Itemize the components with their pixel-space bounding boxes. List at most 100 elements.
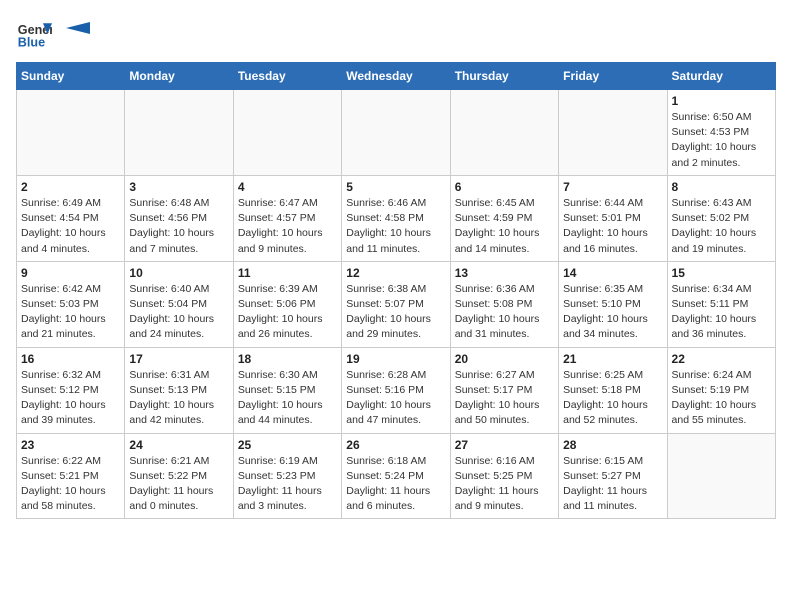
calendar-cell: 9 Sunrise: 6:42 AM Sunset: 5:03 PM Daylig…	[17, 261, 125, 347]
calendar-cell: 20 Sunrise: 6:27 AM Sunset: 5:17 PM Dayli…	[450, 347, 558, 433]
calendar-table: SundayMondayTuesdayWednesdayThursdayFrid…	[16, 62, 776, 519]
day-info: Sunrise: 6:21 AM Sunset: 5:22 PM Dayligh…	[129, 454, 228, 515]
calendar-cell: 7 Sunrise: 6:44 AM Sunset: 5:01 PM Daylig…	[559, 175, 667, 261]
calendar-cell: 15Sunrise: 6:34 AM Sunset: 5:11 PM Dayli…	[667, 261, 775, 347]
day-info: Sunrise: 6:39 AM Sunset: 5:06 PM Dayligh…	[238, 282, 337, 343]
day-header-saturday: Saturday	[667, 63, 775, 90]
day-number: 8	[672, 180, 771, 194]
calendar-cell: 5 Sunrise: 6:46 AM Sunset: 4:58 PM Daylig…	[342, 175, 450, 261]
day-number: 27	[455, 438, 554, 452]
day-info: Sunrise: 6:18 AM Sunset: 5:24 PM Dayligh…	[346, 454, 445, 515]
day-number: 10	[129, 266, 228, 280]
calendar-cell: 4 Sunrise: 6:47 AM Sunset: 4:57 PM Daylig…	[233, 175, 341, 261]
day-info: Sunrise: 6:44 AM Sunset: 5:01 PM Dayligh…	[563, 196, 662, 257]
day-header-wednesday: Wednesday	[342, 63, 450, 90]
day-info: Sunrise: 6:40 AM Sunset: 5:04 PM Dayligh…	[129, 282, 228, 343]
calendar-week-2: 2 Sunrise: 6:49 AM Sunset: 4:54 PM Daylig…	[17, 175, 776, 261]
day-info: Sunrise: 6:16 AM Sunset: 5:25 PM Dayligh…	[455, 454, 554, 515]
day-header-thursday: Thursday	[450, 63, 558, 90]
calendar-cell: 12Sunrise: 6:38 AM Sunset: 5:07 PM Dayli…	[342, 261, 450, 347]
logo-arrow-icon	[66, 22, 90, 46]
day-number: 2	[21, 180, 120, 194]
logo-icon: General Blue	[16, 16, 52, 52]
day-info: Sunrise: 6:27 AM Sunset: 5:17 PM Dayligh…	[455, 368, 554, 429]
day-info: Sunrise: 6:49 AM Sunset: 4:54 PM Dayligh…	[21, 196, 120, 257]
calendar-cell: 24 Sunrise: 6:21 AM Sunset: 5:22 PM Dayli…	[125, 433, 233, 519]
calendar-week-3: 9 Sunrise: 6:42 AM Sunset: 5:03 PM Daylig…	[17, 261, 776, 347]
day-number: 11	[238, 266, 337, 280]
day-number: 17	[129, 352, 228, 366]
day-info: Sunrise: 6:28 AM Sunset: 5:16 PM Dayligh…	[346, 368, 445, 429]
calendar-cell: 22 Sunrise: 6:24 AM Sunset: 5:19 PM Dayli…	[667, 347, 775, 433]
day-number: 19	[346, 352, 445, 366]
day-number: 5	[346, 180, 445, 194]
day-number: 28	[563, 438, 662, 452]
calendar-cell: 8 Sunrise: 6:43 AM Sunset: 5:02 PM Daylig…	[667, 175, 775, 261]
day-header-tuesday: Tuesday	[233, 63, 341, 90]
day-number: 3	[129, 180, 228, 194]
day-number: 24	[129, 438, 228, 452]
calendar-cell	[667, 433, 775, 519]
day-number: 4	[238, 180, 337, 194]
day-number: 7	[563, 180, 662, 194]
calendar-cell: 27 Sunrise: 6:16 AM Sunset: 5:25 PM Dayli…	[450, 433, 558, 519]
day-number: 9	[21, 266, 120, 280]
logo: General Blue	[16, 16, 90, 52]
day-number: 21	[563, 352, 662, 366]
calendar-cell: 26 Sunrise: 6:18 AM Sunset: 5:24 PM Dayli…	[342, 433, 450, 519]
calendar-cell: 2 Sunrise: 6:49 AM Sunset: 4:54 PM Daylig…	[17, 175, 125, 261]
svg-text:Blue: Blue	[18, 36, 45, 50]
day-info: Sunrise: 6:42 AM Sunset: 5:03 PM Dayligh…	[21, 282, 120, 343]
calendar-cell: 10 Sunrise: 6:40 AM Sunset: 5:04 PM Dayli…	[125, 261, 233, 347]
calendar-week-1: 1Sunrise: 6:50 AM Sunset: 4:53 PM Daylig…	[17, 90, 776, 176]
day-info: Sunrise: 6:19 AM Sunset: 5:23 PM Dayligh…	[238, 454, 337, 515]
day-number: 1	[672, 94, 771, 108]
day-header-monday: Monday	[125, 63, 233, 90]
calendar-cell	[125, 90, 233, 176]
calendar-cell: 1Sunrise: 6:50 AM Sunset: 4:53 PM Daylig…	[667, 90, 775, 176]
day-header-sunday: Sunday	[17, 63, 125, 90]
day-header-friday: Friday	[559, 63, 667, 90]
day-info: Sunrise: 6:35 AM Sunset: 5:10 PM Dayligh…	[563, 282, 662, 343]
day-number: 23	[21, 438, 120, 452]
calendar-cell	[233, 90, 341, 176]
day-number: 13	[455, 266, 554, 280]
calendar-header-row: SundayMondayTuesdayWednesdayThursdayFrid…	[17, 63, 776, 90]
day-info: Sunrise: 6:47 AM Sunset: 4:57 PM Dayligh…	[238, 196, 337, 257]
day-info: Sunrise: 6:46 AM Sunset: 4:58 PM Dayligh…	[346, 196, 445, 257]
calendar-cell: 25 Sunrise: 6:19 AM Sunset: 5:23 PM Dayli…	[233, 433, 341, 519]
calendar-cell: 21 Sunrise: 6:25 AM Sunset: 5:18 PM Dayli…	[559, 347, 667, 433]
day-info: Sunrise: 6:48 AM Sunset: 4:56 PM Dayligh…	[129, 196, 228, 257]
calendar-cell: 13 Sunrise: 6:36 AM Sunset: 5:08 PM Dayli…	[450, 261, 558, 347]
day-info: Sunrise: 6:36 AM Sunset: 5:08 PM Dayligh…	[455, 282, 554, 343]
day-info: Sunrise: 6:25 AM Sunset: 5:18 PM Dayligh…	[563, 368, 662, 429]
day-info: Sunrise: 6:24 AM Sunset: 5:19 PM Dayligh…	[672, 368, 771, 429]
day-info: Sunrise: 6:43 AM Sunset: 5:02 PM Dayligh…	[672, 196, 771, 257]
day-info: Sunrise: 6:22 AM Sunset: 5:21 PM Dayligh…	[21, 454, 120, 515]
day-info: Sunrise: 6:31 AM Sunset: 5:13 PM Dayligh…	[129, 368, 228, 429]
calendar-cell	[17, 90, 125, 176]
calendar-cell: 28 Sunrise: 6:15 AM Sunset: 5:27 PM Dayli…	[559, 433, 667, 519]
calendar-week-4: 16Sunrise: 6:32 AM Sunset: 5:12 PM Dayli…	[17, 347, 776, 433]
calendar-cell: 18Sunrise: 6:30 AM Sunset: 5:15 PM Dayli…	[233, 347, 341, 433]
calendar-cell	[450, 90, 558, 176]
day-number: 14	[563, 266, 662, 280]
calendar-cell: 3 Sunrise: 6:48 AM Sunset: 4:56 PM Daylig…	[125, 175, 233, 261]
day-number: 22	[672, 352, 771, 366]
day-number: 25	[238, 438, 337, 452]
calendar-cell: 23 Sunrise: 6:22 AM Sunset: 5:21 PM Dayli…	[17, 433, 125, 519]
day-info: Sunrise: 6:45 AM Sunset: 4:59 PM Dayligh…	[455, 196, 554, 257]
calendar-cell: 19 Sunrise: 6:28 AM Sunset: 5:16 PM Dayli…	[342, 347, 450, 433]
day-number: 6	[455, 180, 554, 194]
day-number: 20	[455, 352, 554, 366]
calendar-cell: 6 Sunrise: 6:45 AM Sunset: 4:59 PM Daylig…	[450, 175, 558, 261]
day-number: 12	[346, 266, 445, 280]
page-header: General Blue	[16, 16, 776, 52]
day-info: Sunrise: 6:34 AM Sunset: 5:11 PM Dayligh…	[672, 282, 771, 343]
day-info: Sunrise: 6:30 AM Sunset: 5:15 PM Dayligh…	[238, 368, 337, 429]
day-info: Sunrise: 6:15 AM Sunset: 5:27 PM Dayligh…	[563, 454, 662, 515]
calendar-week-5: 23 Sunrise: 6:22 AM Sunset: 5:21 PM Dayli…	[17, 433, 776, 519]
calendar-cell: 14 Sunrise: 6:35 AM Sunset: 5:10 PM Dayli…	[559, 261, 667, 347]
day-number: 26	[346, 438, 445, 452]
calendar-cell: 17 Sunrise: 6:31 AM Sunset: 5:13 PM Dayli…	[125, 347, 233, 433]
